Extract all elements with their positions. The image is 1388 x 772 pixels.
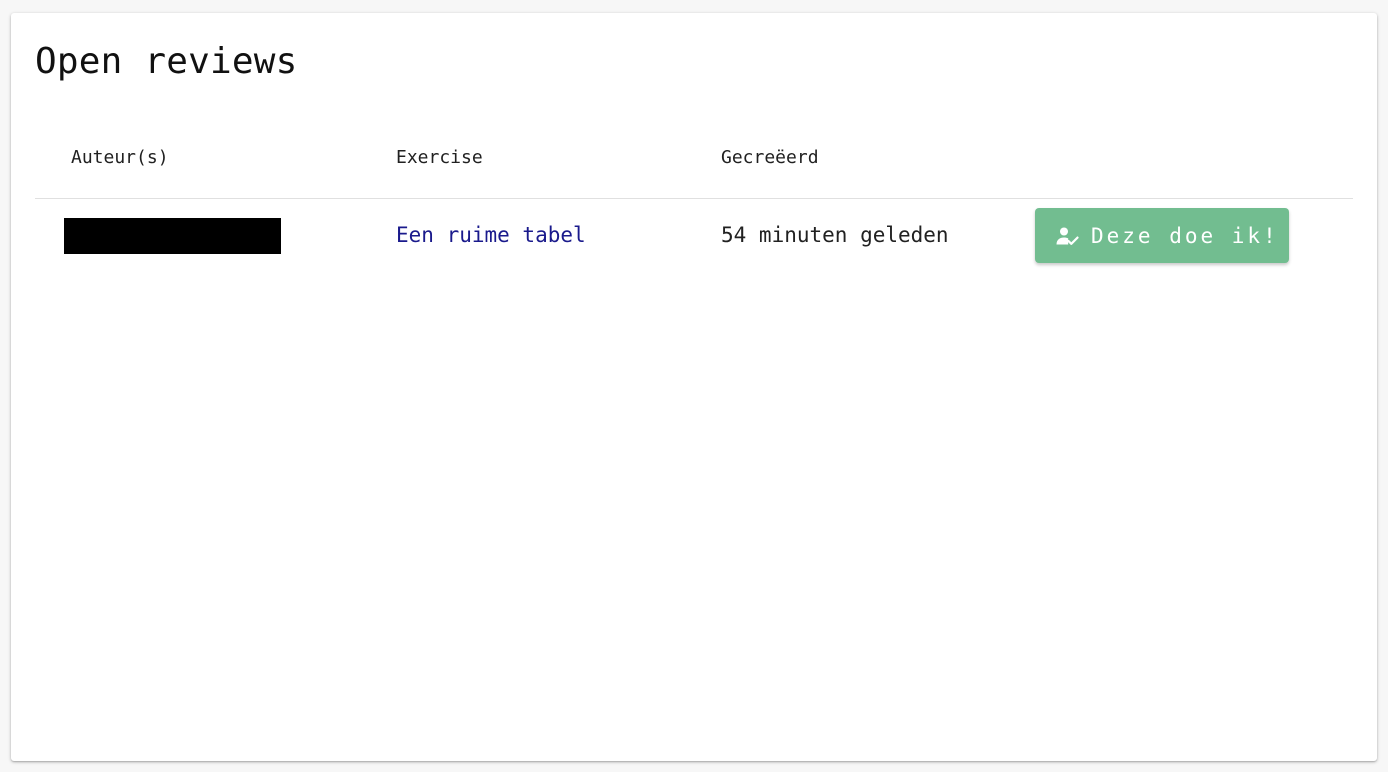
person-check-icon bbox=[1055, 224, 1079, 248]
redacted-author bbox=[64, 218, 281, 254]
exercise-link[interactable]: Een ruime tabel bbox=[396, 223, 586, 247]
claim-review-button[interactable]: Deze doe ik! bbox=[1035, 208, 1289, 263]
table-row: Een ruime tabel 54 minuten geleden Deze … bbox=[35, 199, 1353, 273]
header-created: Gecreëerd bbox=[721, 147, 819, 168]
claim-review-label: Deze doe ik! bbox=[1091, 223, 1279, 248]
header-authors: Auteur(s) bbox=[71, 147, 169, 168]
reviews-table: Auteur(s) Exercise Gecreëerd Een ruime t… bbox=[35, 125, 1353, 273]
page-title: Open reviews bbox=[35, 41, 298, 82]
header-exercise: Exercise bbox=[396, 147, 483, 168]
table-header: Auteur(s) Exercise Gecreëerd bbox=[35, 125, 1353, 199]
reviews-card: Open reviews Auteur(s) Exercise Gecreëer… bbox=[11, 13, 1377, 761]
created-time: 54 minuten geleden bbox=[721, 223, 949, 247]
